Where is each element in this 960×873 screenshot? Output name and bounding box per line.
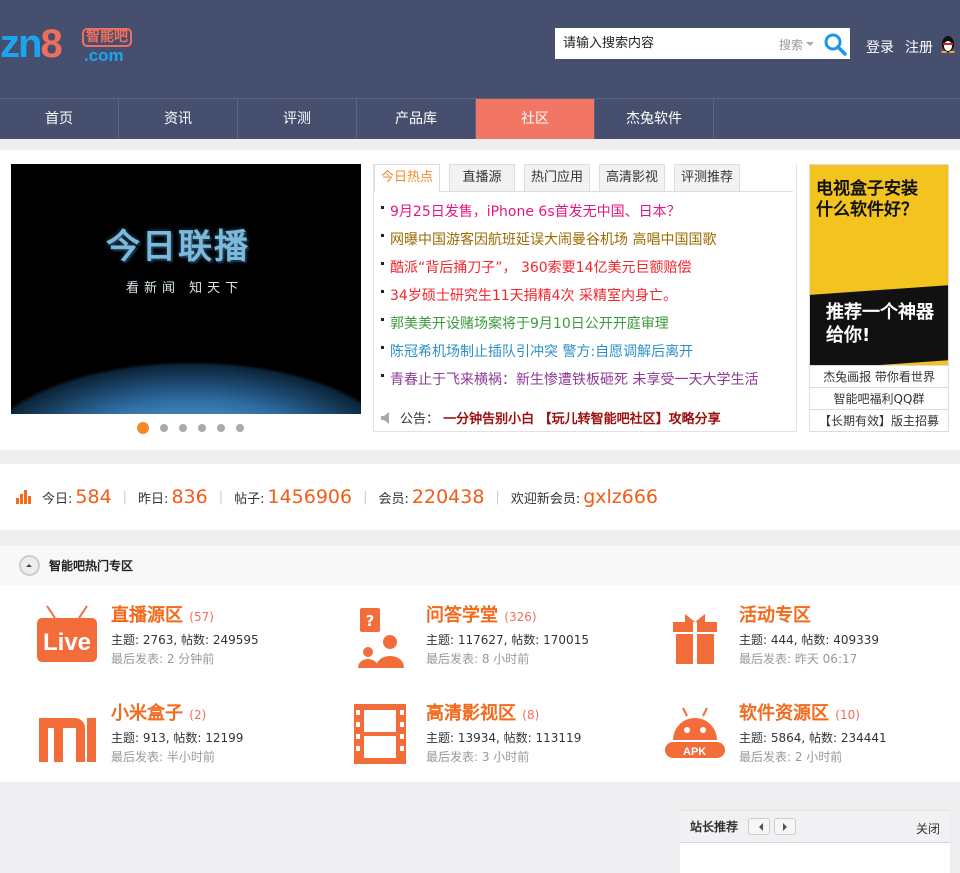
forum-stats: 主题: 5864, 帖数: 234441: [739, 731, 887, 745]
main-nav: 首页 资讯 评测 产品库 社区 杰兔软件: [0, 98, 960, 139]
nav-products[interactable]: 产品库: [357, 99, 476, 139]
news-item[interactable]: 郭美美开设赌场案将于9月10日公开开庭审理: [380, 310, 796, 338]
android-apk-icon[interactable]: APK: [663, 702, 727, 766]
login-link[interactable]: 登录: [866, 37, 894, 57]
forum-last-post: 最后发表: 半小时前: [111, 750, 215, 764]
film-strip-icon[interactable]: [350, 702, 414, 766]
nav-software[interactable]: 杰兔软件: [595, 99, 714, 139]
forum-item: APK 软件资源区 (10) 主题: 5864, 帖数: 234441 最后发表: 2…: [663, 702, 960, 772]
search-icon[interactable]: [823, 32, 847, 56]
forum-name-link[interactable]: 直播源区: [111, 605, 183, 626]
news-list: 9月25日发售，iPhone 6s首发无中国、日本？ 网曝中国游客因航班延误大闹曼…: [374, 192, 796, 394]
notice-link[interactable]: 一分钟告别小白 【玩儿转智能吧社区】攻略分享: [443, 412, 721, 427]
forum-item: Live 直播源区 (57) 主题: 2763, 帖数: 249595 最后发表: 2…: [35, 604, 335, 674]
tab-hot-apps[interactable]: 热门应用: [524, 164, 590, 191]
slider-dot[interactable]: [198, 424, 206, 432]
recommend-popup: 站长推荐 关闭: [680, 810, 950, 873]
gift-icon[interactable]: [663, 604, 727, 668]
slider-dot[interactable]: [160, 424, 168, 432]
forum-name-link[interactable]: 高清影视区: [426, 703, 516, 724]
question-people-icon[interactable]: ?: [350, 604, 414, 668]
forum-name-link[interactable]: 软件资源区: [739, 703, 829, 724]
collapse-toggle[interactable]: [19, 555, 40, 576]
hot-forums: 智能吧热门专区 Live 直播源区 (57) 主题: 2763, 帖数: 24959…: [0, 546, 960, 782]
news-tabs: 今日热点 直播源 热门应用 高清影视 评测推荐 9月25日发售，iPhone 6…: [373, 164, 797, 432]
slider-dot[interactable]: [137, 422, 149, 434]
news-item[interactable]: 网曝中国游客因航班延误大闹曼谷机场 高唱中国国歌: [380, 226, 796, 254]
search-type-dropdown[interactable]: 搜索: [779, 36, 814, 53]
forum-name-link[interactable]: 活动专区: [739, 605, 811, 626]
slider-dot[interactable]: [236, 424, 244, 432]
forum-count: (2): [189, 708, 207, 722]
forum-item: 小米盒子 (2) 主题: 913, 帖数: 12199 最后发表: 半小时前: [35, 702, 335, 772]
tab-hd-video[interactable]: 高清影视: [599, 164, 665, 191]
forum-name-link[interactable]: 问答学堂: [426, 605, 498, 626]
svg-text:?: ?: [366, 612, 375, 630]
forum-count: (8): [522, 708, 540, 722]
forum-count: (57): [189, 610, 214, 624]
tab-review-picks[interactable]: 评测推荐: [674, 164, 740, 191]
prev-arrow-icon[interactable]: [748, 818, 771, 835]
banner-slider[interactable]: 今日联播 看新闻 知天下: [11, 164, 361, 414]
forum-name-link[interactable]: 小米盒子: [111, 703, 183, 724]
slider-dots: [137, 422, 244, 434]
news-item[interactable]: 青春止于飞来横祸：新生惨遭铁板砸死 未享受一天大学生活: [380, 366, 796, 394]
forum-stats: 主题: 13934, 帖数: 113119: [426, 731, 582, 745]
forum-stats: 主题: 444, 帖数: 409339: [739, 633, 880, 647]
forum-stats: 主题: 2763, 帖数: 249595: [111, 633, 259, 647]
forum-item: 高清影视区 (8) 主题: 13934, 帖数: 113119 最后发表: 3 小时…: [350, 702, 650, 772]
ad-link[interactable]: 【长期有效】版主招募: [810, 409, 948, 431]
nav-home[interactable]: 首页: [0, 99, 119, 139]
live-tv-icon[interactable]: Live: [35, 604, 99, 668]
register-link[interactable]: 注册: [905, 37, 933, 57]
forum-last-post: 最后发表: 2 分钟前: [111, 652, 215, 666]
ad-link[interactable]: 杰兔画报 带你看世界: [810, 365, 948, 387]
featured-section: 今日联播 看新闻 知天下 今日热点 直播源 热门应用 高清影视 评测推荐 9月2…: [0, 150, 960, 450]
forum-item: 活动专区 主题: 444, 帖数: 409339 最后发表: 昨天 06:17: [663, 604, 960, 674]
side-ad: 电视盒子安装 什么软件好？ 推荐一个神器 给你! 杰兔画报 带你看世界 智能吧福利Q…: [809, 164, 949, 432]
forum-last-post: 最后发表: 3 小时前: [426, 750, 530, 764]
news-item[interactable]: 陈冠希机场制止插队引冲突 警方:自愿调解后离开: [380, 338, 796, 366]
search-box: 搜索: [555, 28, 850, 59]
notice: 公告： 一分钟告别小白 【玩儿转智能吧社区】攻略分享: [380, 408, 721, 427]
news-item[interactable]: 34岁硕士研究生11天捐精4次 采精室内身亡。: [380, 282, 796, 310]
news-item[interactable]: 9月25日发售，iPhone 6s首发无中国、日本？: [380, 198, 796, 226]
slider-dot[interactable]: [217, 424, 225, 432]
news-item[interactable]: 酷派“背后捅刀子”， 360索要14亿美元巨额赔偿: [380, 254, 796, 282]
ad-banner[interactable]: 电视盒子安装 什么软件好？ 推荐一个神器 给你!: [810, 165, 948, 365]
tab-today-hot[interactable]: 今日热点: [374, 164, 440, 192]
forum-stats: 主题: 913, 帖数: 12199: [111, 731, 244, 745]
site-header: zn8 智能吧 .com 搜索 登录 注册: [0, 0, 960, 98]
section-title: 智能吧热门专区: [49, 559, 134, 573]
search-input[interactable]: [555, 28, 770, 59]
svg-text:APK: APK: [683, 746, 706, 758]
forum-stats: 今日: 584 | 昨日: 836 | 帖子: 1456906 | 会员: 220438 | 欢…: [0, 464, 960, 530]
close-button[interactable]: 关闭: [916, 820, 940, 837]
speaker-icon: [381, 412, 389, 424]
forum-item: ? 问答学堂 (326) 主题: 117627, 帖数: 170015 最后发表: 8…: [350, 604, 650, 674]
forum-count: (10): [835, 708, 860, 722]
tab-live-source[interactable]: 直播源: [449, 164, 515, 191]
forum-last-post: 最后发表: 昨天 06:17: [739, 652, 858, 666]
site-logo[interactable]: zn8 智能吧 .com: [0, 16, 140, 66]
qq-penguin-icon[interactable]: [940, 35, 956, 53]
forum-last-post: 最后发表: 8 小时前: [426, 652, 530, 666]
mi-logo-icon[interactable]: [35, 702, 99, 766]
newest-member-link[interactable]: gxlz666: [583, 486, 658, 508]
bar-chart-icon: [16, 490, 31, 504]
slider-dot[interactable]: [179, 424, 187, 432]
nav-reviews[interactable]: 评测: [238, 99, 357, 139]
next-arrow-icon[interactable]: [774, 818, 797, 835]
nav-news[interactable]: 资讯: [119, 99, 238, 139]
ad-link[interactable]: 智能吧福利QQ群: [810, 387, 948, 409]
forum-stats: 主题: 117627, 帖数: 170015: [426, 633, 589, 647]
forum-count: (326): [504, 610, 537, 624]
forum-last-post: 最后发表: 2 小时前: [739, 750, 843, 764]
nav-community[interactable]: 社区: [476, 99, 595, 139]
svg-text:Live: Live: [43, 629, 91, 656]
